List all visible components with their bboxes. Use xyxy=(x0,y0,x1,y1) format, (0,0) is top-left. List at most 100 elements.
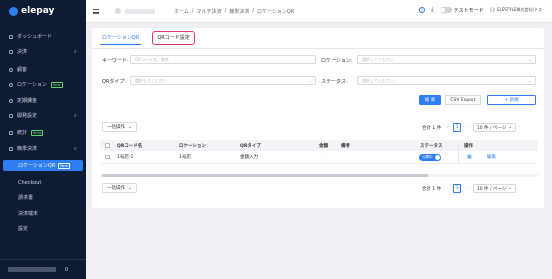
table-header: QRコード名 ロケーション QRタイプ 金額 備考 ステータス 操作 xyxy=(100,140,538,151)
user-icon xyxy=(9,67,13,72)
account-name-redacted xyxy=(8,267,56,272)
pagination-bottom: 合計 1 件 ‹ 1 › 10 件 / ページ ⌄ xyxy=(422,184,517,193)
user-menu[interactable]: ⚇ ELESTYLE株式会社(テス xyxy=(490,7,542,14)
column-qr-name[interactable]: QRコード名 xyxy=(117,143,142,149)
sidebar-item-easy-payment[interactable]: 簡単決済 ∧ xyxy=(0,143,86,154)
download-icon[interactable]: ⤓ xyxy=(431,6,434,14)
merchant-avatar-icon[interactable] xyxy=(115,8,121,14)
column-divider xyxy=(458,151,459,164)
chevron-down-icon: ∨ xyxy=(73,48,77,55)
table-horizontal-scrollbar[interactable] xyxy=(100,174,538,177)
per-page-select[interactable]: 10 件 / ページ ⌄ xyxy=(472,184,517,193)
help-icon[interactable]: ? xyxy=(418,7,425,13)
account-switcher[interactable]: 0 xyxy=(0,259,86,279)
column-note[interactable]: 備考 xyxy=(341,143,350,149)
sidebar-subitem-settings[interactable]: 設定 xyxy=(0,223,86,234)
column-divider xyxy=(458,140,459,151)
sidebar-subitem-terminal[interactable]: 決済端末 xyxy=(0,208,86,219)
per-page-select[interactable]: 10 件 / ページ ⌄ xyxy=(472,123,517,132)
breadcrumb-separator: / xyxy=(191,8,194,14)
elepay-logo[interactable]: elepay xyxy=(9,6,54,16)
tab-divider xyxy=(92,48,544,49)
sidebar-subitem-invoice[interactable]: 請求書 xyxy=(0,192,86,203)
cell-note: - xyxy=(343,154,345,160)
scrollbar-thumb[interactable] xyxy=(102,174,428,177)
breadcrumb-separator: / xyxy=(224,8,227,14)
prev-page-icon[interactable]: ‹ xyxy=(446,125,448,130)
sidebar-item-label: ロケーション xyxy=(17,82,47,88)
sidebar-item-label: ロケーションQR xyxy=(18,163,56,169)
sidebar-item-stats[interactable]: 統計 Beta xyxy=(0,127,86,138)
cell-qr-type: 金額入力 xyxy=(240,155,258,160)
chevron-down-icon: ⌄ xyxy=(128,124,132,130)
sidebar-item-location[interactable]: ロケーション New xyxy=(0,79,86,90)
merchant-name-redacted xyxy=(125,9,155,14)
location-placeholder: 選択してください xyxy=(362,56,394,62)
row-checkbox[interactable] xyxy=(105,154,110,160)
chevron-down-icon: ⌄ xyxy=(128,185,132,191)
repeat-icon xyxy=(9,98,13,103)
keyword-label: キーワード: xyxy=(102,58,129,64)
bulk-action-dropdown-bottom[interactable]: 一括操作 ⌄ xyxy=(102,183,137,193)
keyword-input[interactable]: QRコード名、備考 xyxy=(130,55,316,64)
prev-page-icon[interactable]: ‹ xyxy=(446,186,448,191)
new-badge: New xyxy=(50,81,63,88)
bulk-action-label: 一括操作 xyxy=(107,125,125,130)
sidebar-item-label: 決済端末 xyxy=(18,211,39,217)
bulk-action-dropdown[interactable]: 一括操作 ⌄ xyxy=(102,122,137,132)
column-location[interactable]: ロケーション xyxy=(179,143,206,149)
menu-icon[interactable] xyxy=(93,9,99,14)
chevron-down-icon: ⌄ xyxy=(508,125,513,130)
beta-badge: Beta xyxy=(31,129,44,136)
qr-icon[interactable]: ▦ xyxy=(467,154,472,160)
sidebar-item-customers[interactable]: 顧客 xyxy=(0,64,86,75)
new-button[interactable]: + 新規 xyxy=(487,95,536,105)
breadcrumb-easy-payment[interactable]: 簡単決済 xyxy=(229,8,249,15)
logo-text: elepay xyxy=(21,6,55,16)
sidebar-item-label: Checkout xyxy=(18,179,42,186)
sidebar-item-payments[interactable]: 決済 ∨ xyxy=(0,46,86,57)
sidebar-item-label: 定期課金 xyxy=(17,98,38,104)
column-amount[interactable]: 金額 xyxy=(319,143,328,149)
status-select[interactable]: 選択してください ⌄ xyxy=(357,76,536,85)
user-name: ELESTYLE株式会社(テス xyxy=(496,7,542,12)
next-page-icon[interactable]: › xyxy=(466,186,468,191)
sidebar-subitem-checkout[interactable]: Checkout xyxy=(0,177,86,188)
chevron-down-icon: ∨ xyxy=(73,112,77,119)
sidebar-item-label: 顧客 xyxy=(17,67,28,73)
total-count: 合計 1 件 xyxy=(422,186,442,192)
cell-location: 1号店 xyxy=(179,155,191,160)
status-toggle[interactable]: 公開中 xyxy=(419,154,441,161)
location-select[interactable]: 選択してください ⌄ xyxy=(357,55,536,64)
test-mode-toggle[interactable]: テストモード xyxy=(439,7,484,14)
search-button[interactable]: 検 索 xyxy=(419,95,441,105)
new-badge: New xyxy=(58,162,70,169)
tab-qr-settings[interactable]: QRコード設定 xyxy=(152,31,195,45)
qr-type-placeholder: 選択してください xyxy=(135,77,167,83)
sidebar-subitem-location-qr[interactable]: ロケーションQR New xyxy=(3,160,83,171)
tab-location-qr[interactable]: ロケーションQR xyxy=(100,32,142,45)
page-1-button[interactable]: 1 xyxy=(453,184,462,193)
sidebar-item-developer[interactable]: 開発設定 ∨ xyxy=(0,110,86,121)
breadcrumb-home[interactable]: ホーム xyxy=(174,8,189,15)
qr-type-select[interactable]: 選択してください ⌄ xyxy=(130,76,316,85)
breadcrumb-multi-payment[interactable]: マルチ決済 xyxy=(197,8,222,15)
status-toggle-label: 公開中 xyxy=(422,155,433,159)
column-status[interactable]: ステータス xyxy=(420,143,443,149)
csv-export-button[interactable]: CSV Export xyxy=(445,95,481,105)
cart-icon xyxy=(9,146,13,151)
select-all-checkbox[interactable] xyxy=(105,143,110,148)
breadcrumb-separator: / xyxy=(252,8,254,14)
next-page-icon[interactable]: › xyxy=(466,125,468,130)
page-1-button[interactable]: 1 xyxy=(453,123,462,132)
edit-link[interactable]: 編集 xyxy=(487,154,496,160)
column-qr-type[interactable]: QRタイプ xyxy=(240,143,261,149)
chevron-down-icon: ⌄ xyxy=(508,186,513,191)
chevron-down-icon: ⌄ xyxy=(528,57,532,62)
toggle-switch[interactable] xyxy=(439,7,452,13)
code-icon xyxy=(9,113,13,118)
sidebar-item-dashboard[interactable]: ダッシュボード xyxy=(0,31,86,42)
per-page-label: 10 件 / ページ xyxy=(476,125,507,131)
breadcrumb-location-qr: ロケーションQR xyxy=(256,9,295,15)
sidebar-item-subscription[interactable]: 定期課金 xyxy=(0,95,86,106)
